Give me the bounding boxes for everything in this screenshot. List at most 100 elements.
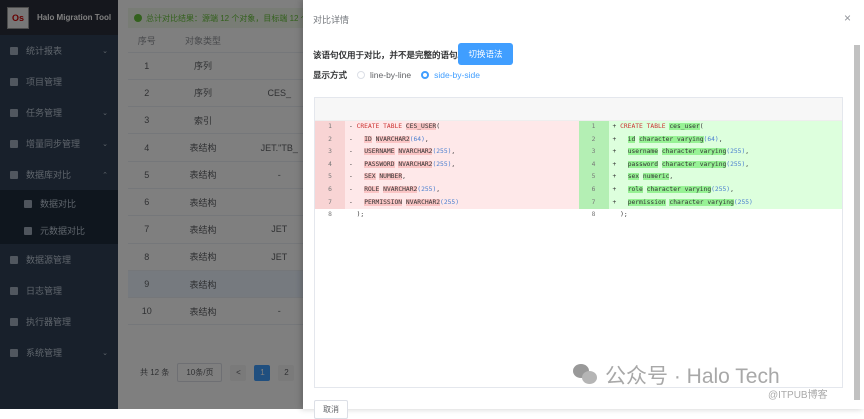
code-token: (	[436, 123, 441, 130]
line-number: 8	[591, 211, 596, 219]
diff-line: 5 + sex numeric,	[578, 171, 842, 184]
diff-line: 6- ROLE NVARCHAR2(255),	[315, 183, 579, 197]
code-token: CREATE TABLE	[356, 123, 406, 130]
line-number: 5	[578, 171, 609, 184]
code-token: );	[620, 211, 628, 219]
diff-sign: -	[349, 135, 353, 143]
code-token: (255)	[726, 148, 746, 156]
diff-sign: +	[612, 198, 617, 206]
diff-sign	[613, 211, 617, 218]
code-token: USERNAME	[364, 148, 395, 156]
code-token: character varying	[669, 198, 734, 206]
code-token: ,	[745, 160, 750, 168]
diff-line: 5- SEX NUMBER,	[315, 171, 579, 184]
diff-line: 3 + username character varying(255),	[578, 146, 842, 159]
line-code: + permission character varying(255)	[608, 196, 842, 210]
code-token: sex	[627, 173, 640, 181]
code-token: ,	[669, 173, 674, 181]
diff-header	[315, 98, 842, 121]
line-code: - USERNAME NVARCHAR2(255),	[345, 146, 579, 159]
line-code: + role character varying(255),	[608, 183, 842, 197]
diff-right-pane: 1 + CREATE TABLE ces_user(2 + id character…	[578, 121, 843, 222]
display-mode: 显示方式 line-by-line side-by-side	[313, 69, 480, 81]
wechat-icon	[573, 364, 599, 386]
line-code: - ROLE NVARCHAR2(255),	[345, 183, 579, 197]
line-number: 6	[315, 183, 345, 197]
line-number: 7	[315, 196, 345, 210]
radio-side-by-side[interactable]: side-by-side	[421, 70, 480, 80]
line-code: - ID NVARCHAR2(64),	[345, 133, 579, 147]
line-code: + sex numeric,	[608, 171, 842, 184]
line-number: 1	[315, 121, 345, 134]
drawer-title: 对比详情	[313, 15, 350, 25]
line-number: 8	[328, 211, 332, 219]
code-token: PERMISSION	[364, 198, 403, 206]
line-number: 4	[578, 158, 609, 172]
code-token: role	[627, 185, 643, 193]
code-token: username	[627, 148, 659, 156]
diff-sign: -	[349, 185, 353, 193]
diff-sign: -	[349, 148, 353, 156]
diff-line: 2 + id character varying(64),	[578, 133, 842, 147]
switch-syntax-button[interactable]: 切换语法	[458, 43, 513, 65]
code-token: (255)	[711, 185, 731, 193]
watermark-text: 公众号 · Halo Tech	[605, 365, 780, 388]
code-token: character varying	[661, 148, 727, 156]
code-token: ,	[730, 185, 734, 193]
line-code: - SEX NUMBER,	[345, 171, 579, 184]
code-token: ces_user	[669, 123, 700, 130]
code-token: ,	[451, 148, 456, 156]
code-token: NVARCHAR2	[398, 148, 433, 156]
diff-sign: +	[612, 135, 617, 143]
radio-circle-icon	[357, 71, 366, 79]
scrollbar[interactable]	[854, 45, 860, 400]
diff-line: 4- PASSWORD NVARCHAR2(255),	[315, 158, 579, 172]
code-token: ,	[424, 135, 429, 143]
radio-line-by-line[interactable]: line-by-line	[357, 70, 411, 80]
diff-line: 1 + CREATE TABLE ces_user(	[578, 121, 842, 134]
radio-label: line-by-line	[370, 70, 412, 80]
diff-line: 2- ID NVARCHAR2(64),	[315, 133, 579, 147]
diff-sign: +	[612, 148, 617, 156]
diff-sign: -	[349, 160, 353, 168]
line-number: 3	[315, 146, 345, 159]
diff-sign	[349, 211, 353, 218]
code-token: SEX	[364, 173, 376, 181]
code-token: (255)	[733, 198, 753, 206]
close-icon[interactable]: ×	[844, 11, 851, 25]
code-token: (64)	[703, 135, 719, 143]
code-token: (	[699, 123, 704, 130]
code-token: (64)	[409, 135, 425, 143]
line-code: );	[345, 209, 579, 222]
diff-line: 7- PERMISSION NVARCHAR2(255)	[315, 196, 579, 210]
code-token: (255)	[432, 148, 452, 156]
diff-line: 6 + role character varying(255),	[578, 183, 842, 197]
line-number: 4	[315, 158, 345, 172]
code-token: password	[627, 160, 659, 168]
code-token: NVARCHAR2	[398, 160, 433, 168]
cancel-button[interactable]: 取消	[314, 400, 348, 419]
line-number: 2	[315, 133, 345, 147]
watermark: 公众号 · Halo Tech	[573, 360, 780, 390]
radio-label: side-by-side	[434, 70, 480, 80]
code-token: PASSWORD	[364, 160, 395, 168]
diff-line: 3- USERNAME NVARCHAR2(255),	[315, 146, 579, 159]
code-token: NUMBER	[379, 173, 403, 181]
compare-detail-drawer: 对比详情 × 该语句仅用于对比，并不是完整的语句。 切换语法 显示方式 line…	[303, 0, 864, 419]
code-token: ID	[364, 135, 372, 143]
code-token: (255)	[417, 185, 437, 193]
diff-left-pane: 1- CREATE TABLE CES_USER(2- ID NVARCHAR2…	[315, 121, 579, 222]
code-token: ,	[745, 148, 750, 156]
code-token: character varying	[639, 135, 704, 143]
diff-sign: +	[612, 123, 617, 130]
diff-line: 4 + password character varying(255),	[578, 158, 842, 172]
code-token: (255)	[440, 198, 459, 206]
line-code: );	[609, 209, 843, 222]
code-token: NVARCHAR2	[405, 198, 441, 206]
code-token: ,	[402, 173, 406, 181]
